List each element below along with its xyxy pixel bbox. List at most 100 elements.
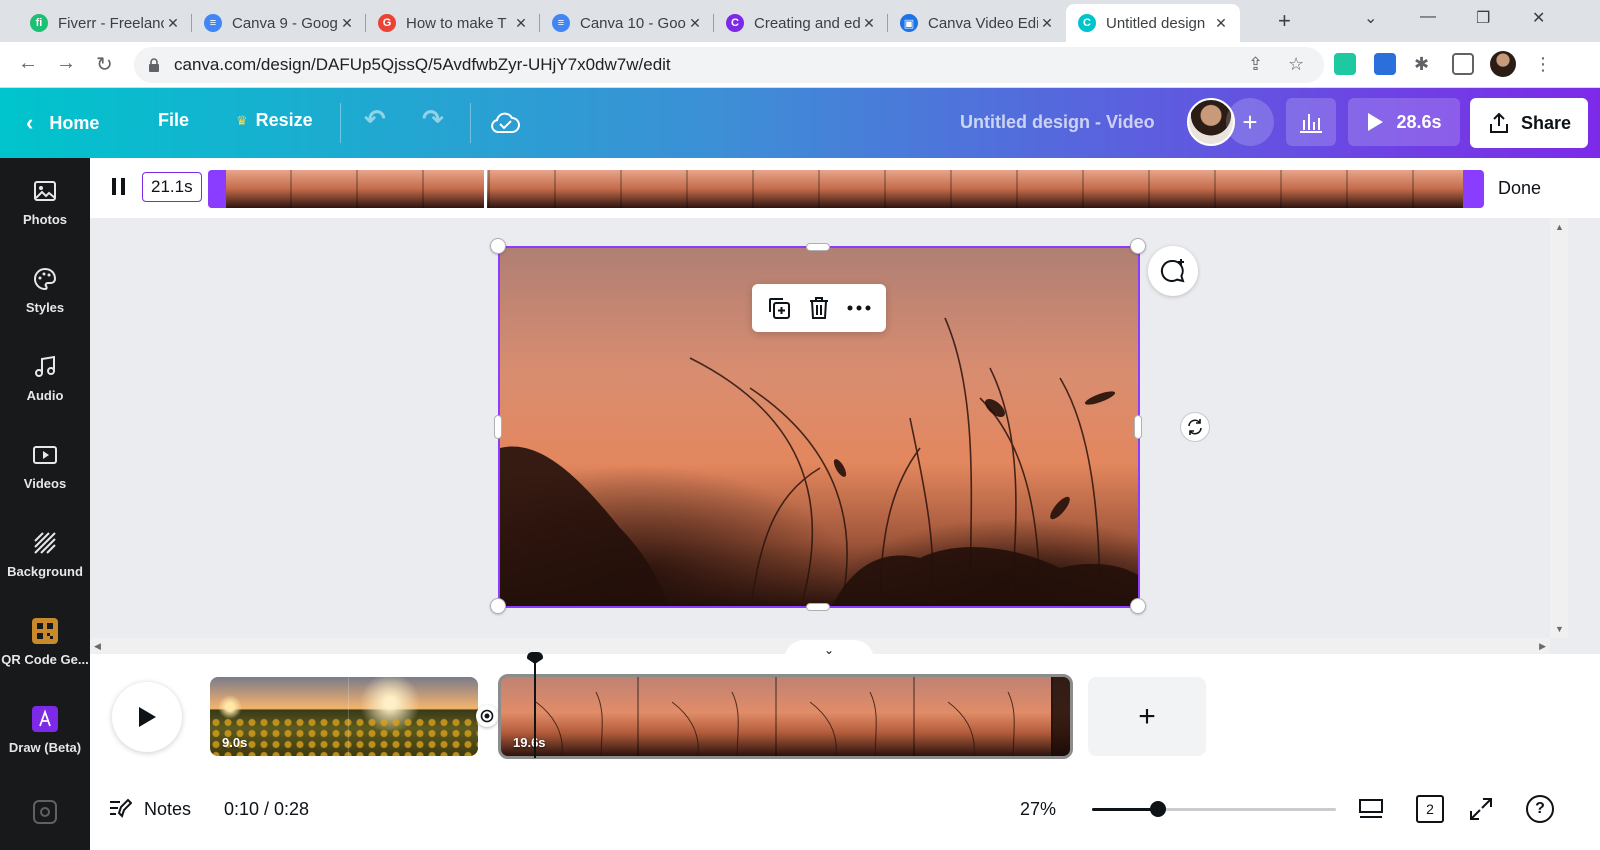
back-icon[interactable]: ←: [18, 52, 38, 75]
done-button[interactable]: Done: [1498, 178, 1541, 199]
resize-button[interactable]: ♛ Resize: [236, 110, 313, 131]
document-title[interactable]: Untitled design - Video: [960, 112, 1155, 133]
side-panel-icon[interactable]: [1452, 53, 1474, 75]
trim-handle-left[interactable]: [208, 170, 226, 208]
close-tab-icon[interactable]: ✕: [1212, 15, 1230, 32]
sidebar-item-styles[interactable]: Styles: [0, 250, 90, 330]
add-comment-button[interactable]: [1148, 246, 1198, 296]
grid-view-icon[interactable]: [1358, 796, 1384, 822]
transition-icon: [480, 709, 494, 723]
close-tab-icon[interactable]: ✕: [860, 15, 878, 32]
sidebar-item-audio[interactable]: Audio: [0, 338, 90, 418]
close-tab-icon[interactable]: ✕: [512, 15, 530, 32]
redo-icon[interactable]: ↷: [422, 104, 444, 135]
clip-duration: 19.6s: [513, 735, 546, 750]
duplicate-icon[interactable]: [766, 295, 792, 321]
chevron-down-icon: ⌄: [823, 643, 835, 657]
timeline-playhead[interactable]: [534, 652, 536, 758]
bookmark-star-icon[interactable]: ☆: [1288, 54, 1304, 75]
close-window-icon[interactable]: ✕: [1532, 8, 1545, 28]
more-options-icon[interactable]: [846, 304, 872, 312]
home-button[interactable]: ‹ Home: [26, 110, 99, 136]
share-page-icon[interactable]: ⇪: [1248, 54, 1263, 75]
profile-avatar[interactable]: [1490, 51, 1516, 77]
sidebar-item-label: Styles: [25, 299, 65, 315]
cloud-saved-icon[interactable]: [490, 110, 520, 136]
browser-menu-icon[interactable]: ⋮: [1534, 54, 1552, 75]
trim-track[interactable]: [208, 170, 1484, 208]
forward-icon[interactable]: →: [56, 52, 76, 75]
resize-handle-top-left[interactable]: [490, 238, 506, 254]
add-collaborator-button[interactable]: +: [1226, 98, 1274, 146]
pause-icon[interactable]: [112, 178, 125, 195]
rotate-button[interactable]: [1180, 412, 1210, 442]
zoom-slider[interactable]: [1092, 801, 1336, 817]
extension-translate-icon[interactable]: [1374, 53, 1396, 75]
browser-tab[interactable]: C Creating and editing✕: [714, 4, 888, 42]
add-clip-button[interactable]: +: [1088, 677, 1206, 756]
close-tab-icon[interactable]: ✕: [686, 15, 704, 32]
browser-tab[interactable]: ▣ Canva Video Editor✕: [888, 4, 1066, 42]
sidebar-item-qr-code[interactable]: QR Code Ge...: [0, 602, 90, 682]
sidebar-item-background[interactable]: Background: [0, 514, 90, 594]
zoom-percentage[interactable]: 27%: [1020, 799, 1056, 820]
vertical-scrollbar[interactable]: ▲ ▼: [1550, 218, 1568, 638]
resize-handle-left[interactable]: [494, 415, 502, 439]
file-menu-button[interactable]: File: [158, 110, 189, 131]
trim-frames: [226, 170, 1463, 208]
insights-button[interactable]: [1286, 98, 1336, 146]
audio-icon: [35, 355, 55, 377]
extension-download-icon[interactable]: [1334, 53, 1356, 75]
resize-handle-top-right[interactable]: [1130, 238, 1146, 254]
close-tab-icon[interactable]: ✕: [338, 15, 356, 32]
left-sidebar: Photos Styles Audio Videos Background QR…: [0, 158, 90, 850]
browser-tab[interactable]: C Untitled design ✕: [1066, 4, 1240, 42]
play-icon: [1368, 113, 1384, 131]
notes-label: Notes: [144, 798, 192, 819]
browser-tab[interactable]: ≡ Canva 9 - Google Docs✕: [192, 4, 366, 42]
page-count[interactable]: 2: [1416, 795, 1444, 823]
close-tab-icon[interactable]: ✕: [164, 15, 182, 32]
sidebar-item-more-apps[interactable]: [0, 772, 90, 850]
sidebar-item-draw[interactable]: Draw (Beta): [0, 690, 90, 770]
url-field[interactable]: canva.com/design/DAFUp5QjssQ/5AvdfwbZyr-…: [134, 47, 1324, 83]
sidebar-item-videos[interactable]: Videos: [0, 426, 90, 506]
header-divider: [470, 103, 471, 143]
docs-icon: ≡: [552, 14, 570, 32]
transition-button[interactable]: [476, 705, 498, 727]
browser-tab[interactable]: G How to make T ✕: [366, 4, 540, 42]
play-preview-button[interactable]: 28.6s: [1348, 98, 1460, 146]
background-icon: [34, 531, 56, 554]
resize-handle-bottom-right[interactable]: [1130, 598, 1146, 614]
share-button[interactable]: Share: [1470, 98, 1588, 148]
help-button[interactable]: ?: [1526, 795, 1554, 823]
minimize-icon[interactable]: —: [1420, 8, 1436, 26]
resize-handle-bottom[interactable]: [806, 603, 830, 611]
tab-title: Canva Video Editor: [928, 14, 1038, 32]
zoom-slider-knob[interactable]: [1149, 801, 1166, 817]
sidebar-item-label: Background: [7, 563, 83, 579]
browser-tab[interactable]: fi Fiverr - Freelance✕: [18, 4, 192, 42]
sunflower-field: [210, 717, 478, 756]
close-tab-icon[interactable]: ✕: [1038, 15, 1056, 32]
editor-header: ‹ Home File ♛ Resize ↶ ↷ Untitled design…: [0, 88, 1600, 158]
trash-icon[interactable]: [807, 295, 831, 321]
timeline-clip-1[interactable]: 9.0s: [210, 677, 478, 756]
resize-handle-top[interactable]: [806, 243, 830, 251]
resize-handle-bottom-left[interactable]: [490, 598, 506, 614]
browser-tab[interactable]: ≡ Canva 10 - Google Docs✕: [540, 4, 714, 42]
new-tab-button[interactable]: +: [1278, 8, 1291, 34]
fullscreen-icon[interactable]: [1468, 796, 1494, 822]
collapse-timeline-button[interactable]: ⌄: [784, 640, 874, 660]
trim-playhead[interactable]: [484, 170, 487, 208]
undo-icon[interactable]: ↶: [364, 104, 386, 135]
timeline-clip-2[interactable]: 19.6s: [498, 674, 1073, 759]
sidebar-item-photos[interactable]: Photos: [0, 162, 90, 242]
reload-icon[interactable]: ↻: [96, 52, 113, 77]
resize-handle-right[interactable]: [1134, 415, 1142, 439]
extensions-puzzle-icon[interactable]: ✱: [1414, 54, 1429, 75]
notes-button[interactable]: Notes: [108, 798, 191, 820]
restore-icon[interactable]: ❐: [1476, 8, 1490, 28]
tab-search-icon[interactable]: ⌄: [1364, 8, 1377, 28]
timeline-play-button[interactable]: [112, 682, 182, 752]
